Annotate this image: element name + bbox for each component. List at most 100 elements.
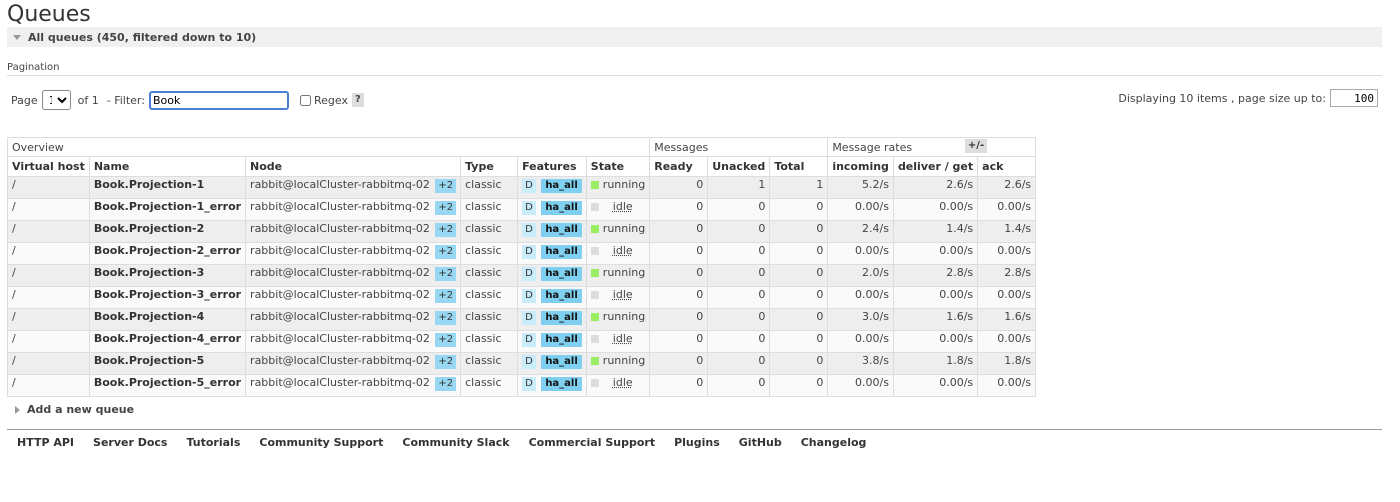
cell-state: running — [585, 308, 651, 331]
queue-name-link[interactable]: Book.Projection-1_error — [88, 198, 247, 221]
cell-features: D ha_all — [517, 264, 587, 287]
cell-unacked: 0 — [707, 198, 771, 221]
node-mirrors-badge: +2 — [435, 333, 457, 347]
queue-name-link[interactable]: Book.Projection-4 — [88, 308, 247, 331]
state-label: idle — [612, 200, 633, 213]
page-select[interactable]: 1 — [41, 90, 71, 110]
columns-toggle-button[interactable]: +/- — [965, 139, 987, 153]
durable-badge: D — [522, 267, 536, 281]
node-name: rabbit@localCluster-rabbitmq-02 — [250, 178, 430, 191]
policy-badge[interactable]: ha_all — [541, 245, 582, 259]
footer-link-server-docs[interactable]: Server Docs — [93, 436, 167, 449]
col-features[interactable]: Features — [517, 156, 587, 177]
cell-state: running — [585, 352, 651, 375]
col-name[interactable]: Name — [88, 156, 247, 177]
col-deliver-get[interactable]: deliver / get — [892, 156, 979, 177]
node-mirrors-badge: +2 — [435, 311, 457, 325]
col-ready[interactable]: Ready — [649, 156, 709, 177]
cell-total: 0 — [769, 308, 829, 331]
cell-type: classic — [460, 286, 519, 309]
cell-features: D ha_all — [517, 198, 587, 221]
cell-unacked: 0 — [707, 220, 771, 243]
cell-state: running — [585, 176, 651, 199]
node-mirrors-badge: +2 — [435, 355, 457, 369]
cell-unacked: 0 — [707, 264, 771, 287]
cell-vhost: / — [7, 286, 90, 309]
cell-incoming: 0.00/s — [827, 242, 894, 265]
policy-badge[interactable]: ha_all — [541, 355, 582, 369]
col-state[interactable]: State — [585, 156, 651, 177]
durable-badge: D — [522, 179, 536, 193]
durable-badge: D — [522, 245, 536, 259]
group-messages: Messages — [649, 137, 829, 157]
policy-badge[interactable]: ha_all — [541, 377, 582, 391]
cell-vhost: / — [7, 308, 90, 331]
cell-features: D ha_all — [517, 176, 587, 199]
col-virtual-host[interactable]: Virtual host — [7, 156, 90, 177]
cell-total: 0 — [769, 264, 829, 287]
policy-badge[interactable]: ha_all — [541, 311, 582, 325]
page-size-input[interactable] — [1330, 89, 1378, 107]
policy-badge[interactable]: ha_all — [541, 223, 582, 237]
col-unacked[interactable]: Unacked — [707, 156, 771, 177]
col-total[interactable]: Total — [769, 156, 829, 177]
durable-badge: D — [522, 355, 536, 369]
queues-table: Overview Messages Message rates Virtual … — [6, 137, 1037, 397]
cell-incoming: 0.00/s — [827, 374, 894, 397]
state-label: running — [602, 222, 646, 235]
col-ack[interactable]: ack — [977, 156, 1037, 177]
footer-link-plugins[interactable]: Plugins — [674, 436, 720, 449]
node-name: rabbit@localCluster-rabbitmq-02 — [250, 332, 430, 345]
footer-link-commercial-support[interactable]: Commercial Support — [529, 436, 656, 449]
cell-unacked: 0 — [707, 330, 771, 353]
state-indicator-icon — [590, 181, 599, 189]
footer-link-changelog[interactable]: Changelog — [801, 436, 867, 449]
policy-badge[interactable]: ha_all — [541, 289, 582, 303]
queue-name-link[interactable]: Book.Projection-3 — [88, 264, 247, 287]
add-queue-toggle[interactable]: Add a new queue — [15, 403, 134, 416]
state-label: running — [602, 310, 646, 323]
state-indicator-icon — [590, 313, 599, 321]
queue-name-link[interactable]: Book.Projection-2_error — [88, 242, 247, 265]
col-node[interactable]: Node — [245, 156, 462, 177]
policy-badge[interactable]: ha_all — [541, 267, 582, 281]
queue-name-link[interactable]: Book.Projection-2 — [88, 220, 247, 243]
policy-badge[interactable]: ha_all — [541, 179, 582, 193]
regex-checkbox[interactable] — [299, 94, 311, 106]
queue-name-link[interactable]: Book.Projection-3_error — [88, 286, 247, 309]
footer-link-tutorials[interactable]: Tutorials — [186, 436, 240, 449]
cell-ready: 0 — [649, 242, 709, 265]
cell-node: rabbit@localCluster-rabbitmq-02 +2 — [245, 242, 462, 265]
help-button[interactable]: ? — [351, 93, 364, 107]
cell-deliver-get: 2.8/s — [892, 264, 979, 287]
policy-badge[interactable]: ha_all — [541, 333, 582, 347]
cell-ready: 0 — [649, 220, 709, 243]
cell-vhost: / — [7, 330, 90, 353]
queue-name-link[interactable]: Book.Projection-1 — [88, 176, 247, 199]
cell-deliver-get: 1.8/s — [892, 352, 979, 375]
policy-badge[interactable]: ha_all — [541, 201, 582, 215]
cell-deliver-get: 0.00/s — [892, 242, 979, 265]
page-of-label: of 1 — [77, 93, 99, 107]
cell-total: 0 — [769, 330, 829, 353]
pagination-label: Pagination — [7, 62, 60, 73]
col-incoming[interactable]: incoming — [827, 156, 894, 177]
table-row: / Book.Projection-3 rabbit@localCluster-ra… — [7, 264, 1037, 287]
footer-link-community-slack[interactable]: Community Slack — [402, 436, 509, 449]
col-type[interactable]: Type — [460, 156, 519, 177]
footer-link-github[interactable]: GitHub — [739, 436, 782, 449]
queue-name-link[interactable]: Book.Projection-5 — [88, 352, 247, 375]
filter-input[interactable] — [148, 90, 289, 110]
queue-name-link[interactable]: Book.Projection-5_error — [88, 374, 247, 397]
all-queues-section-toggle[interactable]: All queues (450, filtered down to 10) — [7, 27, 1382, 47]
durable-badge: D — [522, 201, 536, 215]
queue-name-link[interactable]: Book.Projection-4_error — [88, 330, 247, 353]
cell-deliver-get: 1.6/s — [892, 308, 979, 331]
cell-node: rabbit@localCluster-rabbitmq-02 +2 — [245, 286, 462, 309]
cell-ready: 0 — [649, 286, 709, 309]
footer-link-community-support[interactable]: Community Support — [259, 436, 383, 449]
footer-link-http-api[interactable]: HTTP API — [17, 436, 74, 449]
cell-type: classic — [460, 352, 519, 375]
cell-unacked: 0 — [707, 374, 771, 397]
table-row: / Book.Projection-3_error rabbit@localClus… — [7, 286, 1037, 309]
